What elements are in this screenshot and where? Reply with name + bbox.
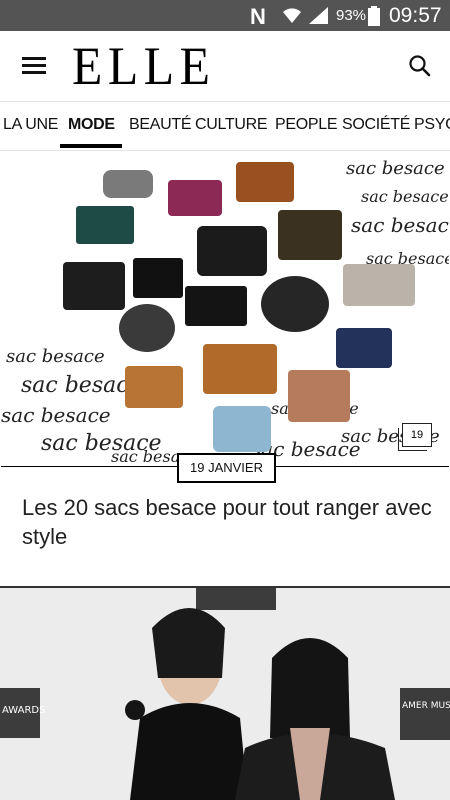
nav-item-beaute[interactable]: BEAUTÉ <box>129 116 192 134</box>
backdrop-logo-right: AMER MUSI AWARDS <box>402 701 450 711</box>
gallery-count-badge: 19 <box>398 423 432 451</box>
battery-icon <box>368 6 380 26</box>
backdrop-logo-left: AWARDS <box>2 705 45 716</box>
battery-percent: 93% <box>336 7 367 24</box>
nav-active-indicator <box>60 144 122 148</box>
nav-item-culture[interactable]: CULTURE <box>195 116 268 134</box>
article-title[interactable]: Les 20 sacs besace pour tout ranger avec… <box>22 493 432 551</box>
clock: 09:57 <box>389 4 442 27</box>
nav-item-psycho[interactable]: PSYC <box>414 116 450 134</box>
svg-text:sac besace: sac besace <box>21 373 142 398</box>
bag-collage: sac besace sac besace sac besace sac bes… <box>1 158 449 466</box>
svg-text:sac besace: sac besace <box>351 213 449 237</box>
signal-icon <box>309 7 328 24</box>
article-date-badge: 19 JANVIER <box>177 453 276 483</box>
nav-item-mode[interactable]: MODE <box>68 116 115 134</box>
network-icon: N <box>250 4 266 29</box>
article-image-bags[interactable]: sac besace sac besace sac besace sac bes… <box>1 152 449 467</box>
nav-item-people[interactable]: PEOPLE <box>275 116 338 134</box>
status-bar: N 93% 09:57 <box>0 0 450 31</box>
app-header: ELLE <box>0 31 450 101</box>
svg-text:sac besace: sac besace <box>361 187 449 206</box>
wifi-icon <box>283 8 301 23</box>
article-image-celebrities[interactable]: AWARDS AMER MUSI AWARDS <box>0 588 450 800</box>
elle-logo[interactable]: ELLE <box>72 39 215 93</box>
svg-text:sac besace: sac besace <box>1 403 111 427</box>
nav-item-la-une[interactable]: LA UNE <box>3 116 58 134</box>
nav-item-societe[interactable]: SOCIÉTÉ <box>342 116 410 134</box>
celebrity-photo: AWARDS AMER MUSI AWARDS <box>0 588 450 800</box>
svg-text:sac besace: sac besace <box>6 346 105 367</box>
svg-text:sac besace: sac besace <box>346 158 445 179</box>
search-icon[interactable] <box>408 54 432 78</box>
hamburger-icon[interactable] <box>22 55 48 77</box>
